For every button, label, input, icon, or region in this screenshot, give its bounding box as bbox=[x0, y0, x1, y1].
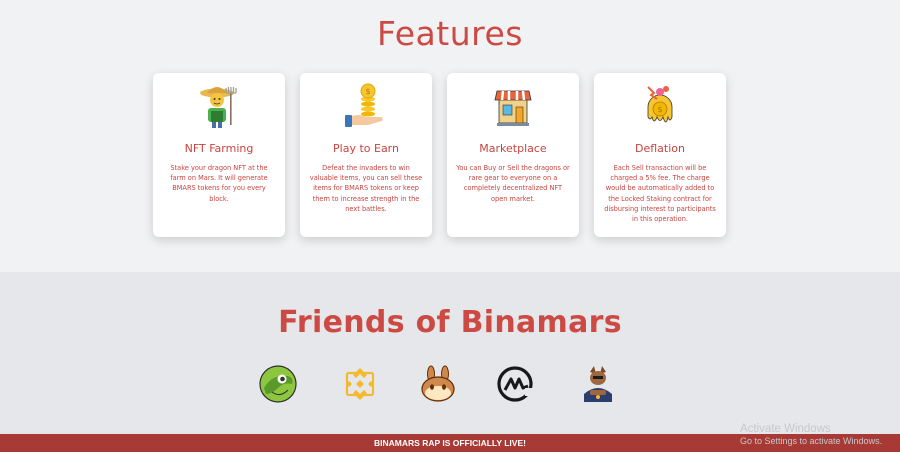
feature-card-description: Each Sell transaction will be charged a … bbox=[604, 164, 716, 224]
pancakeswap-logo[interactable] bbox=[418, 364, 458, 404]
friends-section: Friends of Binamars bbox=[0, 272, 900, 434]
svg-text:$: $ bbox=[365, 87, 370, 96]
feature-card-deflation: $ Deflation Each Sell transaction will b… bbox=[594, 73, 726, 237]
activate-windows-watermark: Activate Windows Go to Settings to activ… bbox=[740, 423, 882, 446]
binance-logo[interactable] bbox=[340, 364, 380, 404]
svg-text:$: $ bbox=[657, 105, 662, 114]
feature-card-title: Deflation bbox=[635, 142, 685, 155]
shop-icon bbox=[494, 90, 532, 126]
coingecko-logo[interactable] bbox=[258, 364, 298, 404]
coinmarketcap-logo[interactable] bbox=[495, 364, 535, 404]
feature-card-nft-farming: NFT Farming Stake your dragon NFT at the… bbox=[153, 73, 285, 237]
feature-card-description: Stake your dragon NFT at the farm on Mar… bbox=[170, 164, 268, 203]
farmer-icon bbox=[200, 87, 237, 128]
friends-title: Friends of Binamars bbox=[278, 305, 622, 340]
coins-hand-icon: $ bbox=[345, 83, 383, 127]
feature-card-marketplace: Marketplace You can Buy or Sell the drag… bbox=[447, 73, 579, 237]
melting-coin-icon: $ bbox=[647, 86, 673, 123]
feature-card-description: Defeat the invaders to win valuable item… bbox=[309, 164, 423, 213]
feature-card-description: You can Buy or Sell the dragons or rare … bbox=[456, 164, 570, 203]
features-title: Features bbox=[377, 14, 523, 53]
feature-card-title: Marketplace bbox=[479, 142, 547, 155]
feature-card-title: NFT Farming bbox=[184, 142, 254, 155]
watermark-subtitle: Go to Settings to activate Windows. bbox=[740, 436, 883, 446]
feature-card-title: Play to Earn bbox=[333, 142, 399, 155]
features-section: Features NFT Farming Stake your dragon N… bbox=[0, 0, 900, 272]
watermark-title: Activate Windows bbox=[740, 423, 831, 435]
guard-dog-logo[interactable] bbox=[578, 364, 618, 404]
feature-card-play-to-earn: $ Play to Earn Defeat the invaders to wi… bbox=[300, 73, 432, 237]
